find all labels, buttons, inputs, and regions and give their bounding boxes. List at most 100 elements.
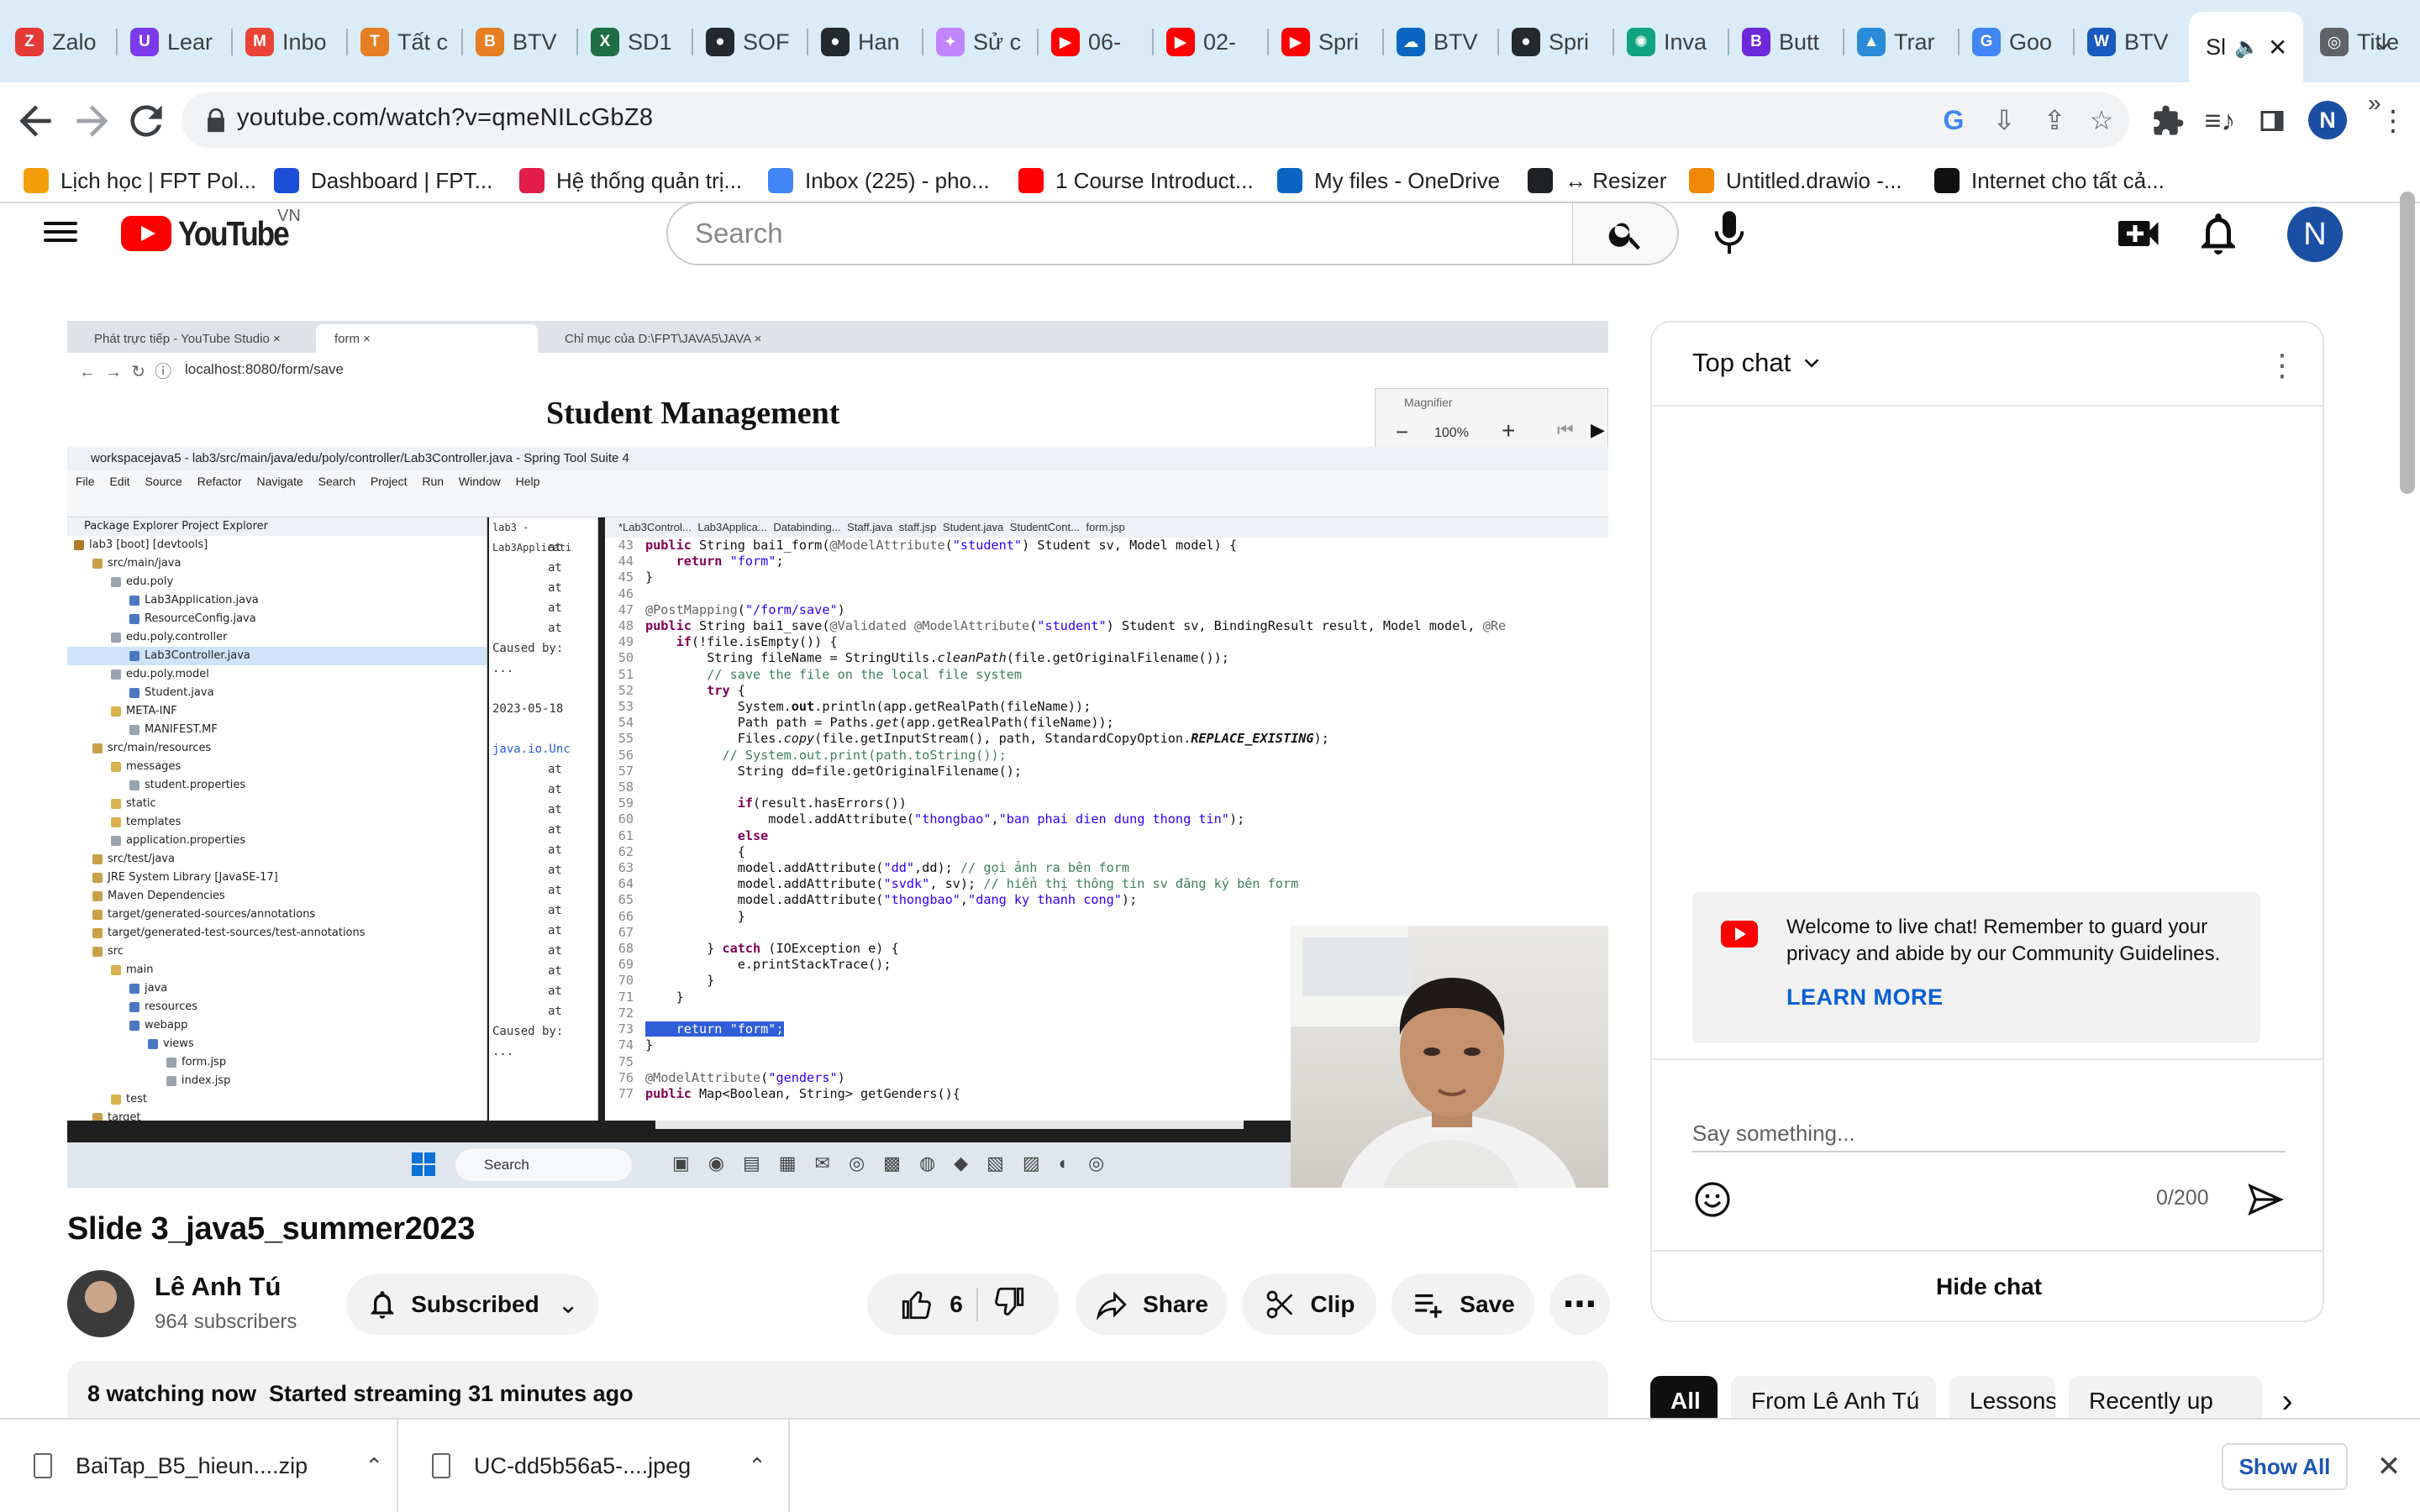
download-item[interactable]: UC-dd5b56a5-....jpeg ⌃	[398, 1420, 790, 1512]
browser-tab[interactable]: ● SOF	[692, 17, 808, 67]
extensions-puzzle-icon[interactable]	[2144, 97, 2191, 144]
bookmark-item[interactable]: Inbox (225) - pho...	[768, 160, 990, 202]
guide-menu-icon[interactable]	[44, 217, 77, 250]
browser-tab[interactable]: ● Spri	[1498, 17, 1613, 67]
tab-favicon-icon: T	[360, 28, 389, 56]
close-icon[interactable]: ✕	[2368, 1443, 2410, 1490]
google-lens-icon[interactable]: G	[1933, 99, 1975, 141]
send-button[interactable]	[2245, 1179, 2286, 1220]
browser-tab[interactable]: B Butt	[1728, 17, 1844, 67]
bookmark-star-icon[interactable]: ☆	[2081, 99, 2123, 141]
bookmark-favicon-icon	[274, 168, 299, 193]
tab-close-icon[interactable]: ✕	[2268, 34, 2287, 61]
tree-node-icon	[166, 1075, 176, 1086]
bookmark-item[interactable]: Dashboard | FPT...	[274, 160, 492, 202]
tree-node-icon	[111, 761, 121, 772]
browser-tab[interactable]: Z Zalo	[2, 17, 117, 67]
channel-name[interactable]: Lê Anh Tú	[155, 1272, 281, 1302]
bookmark-item[interactable]: Internet cho tất cả...	[1934, 160, 2165, 202]
tree-label: test	[126, 1093, 147, 1105]
like-button[interactable]: 6	[899, 1287, 963, 1322]
console-line: at	[548, 561, 562, 575]
more-bookmarks-chevron[interactable]: »	[2368, 82, 2381, 124]
tab-title: SOF	[743, 29, 790, 55]
browser-tab[interactable]: ✦ Sử c	[923, 17, 1038, 67]
chat-message-input[interactable]	[1692, 1116, 2286, 1152]
notifications-button[interactable]	[2193, 208, 2244, 259]
youtube-play-icon	[121, 216, 171, 251]
browser-tab[interactable]: ● Han	[808, 17, 923, 67]
download-item[interactable]: BaiTap_B5_hieun....zip ⌃	[0, 1420, 398, 1512]
browser-tab-active[interactable]: Sl 🔈 ✕	[2189, 12, 2303, 82]
search-button[interactable]	[1573, 202, 1679, 265]
share-page-icon[interactable]: ⇪	[2033, 99, 2075, 141]
browser-tab[interactable]: ▶ Spri	[1268, 17, 1383, 67]
reload-button[interactable]	[123, 97, 170, 144]
save-label: Save	[1460, 1291, 1515, 1317]
dislike-button[interactable]	[992, 1284, 1027, 1326]
browser-tab[interactable]: ◎ Title	[2307, 17, 2420, 67]
bookmark-item[interactable]: Hệ thống quản trị...	[519, 160, 742, 202]
browser-tab[interactable]: ✺ Inva	[1613, 17, 1728, 67]
back-button[interactable]	[12, 97, 59, 144]
media-controls-icon[interactable]: ≡♪	[2196, 97, 2244, 144]
browser-tab[interactable]: W BTV	[2074, 17, 2189, 67]
clip-button[interactable]: Clip	[1242, 1274, 1376, 1335]
bookmark-item[interactable]: My files - OneDrive	[1277, 160, 1500, 202]
create-button[interactable]	[2114, 208, 2165, 259]
bookmark-item[interactable]: 1 Course Introduct...	[1018, 160, 1254, 202]
learn-more-link[interactable]: LEARN MORE	[1786, 984, 1944, 1011]
chevron-up-icon[interactable]: ⌃	[748, 1453, 766, 1479]
url-text[interactable]: youtube.com/watch?v=qmeNILcGbZ8	[237, 104, 653, 132]
browser-tab[interactable]: ▶ 02-	[1153, 17, 1268, 67]
browser-tab[interactable]: T Tất c	[347, 17, 462, 67]
code-text: public String bai1_form(@ModelAttribute(…	[645, 538, 1238, 553]
share-button[interactable]: Share	[1076, 1274, 1227, 1335]
bookmark-item[interactable]: ↔ Resizer	[1528, 160, 1666, 202]
forward-button[interactable]	[69, 97, 116, 144]
chat-menu-kebab-icon[interactable]: ⋮	[2265, 344, 2299, 386]
line-number: 49	[618, 634, 634, 650]
lock-icon[interactable]	[202, 104, 230, 136]
code-line: 46	[605, 586, 1608, 602]
chat-mode-dropdown[interactable]: Top chat	[1692, 348, 1824, 378]
browser-tab[interactable]: M Inbo	[232, 17, 347, 67]
side-panel-icon[interactable]	[2249, 97, 2296, 144]
browser-tab[interactable]: ▲ Trar	[1844, 17, 1959, 67]
browser-tab[interactable]: X SD1	[577, 17, 692, 67]
tree-label: Lab3Application.java	[145, 594, 259, 606]
browser-tab[interactable]: G Goo	[1959, 17, 2074, 67]
emoji-button[interactable]	[1692, 1179, 1733, 1220]
tab-favicon-icon: Z	[15, 28, 44, 56]
browser-tab[interactable]: B BTV	[462, 17, 577, 67]
search-input[interactable]	[695, 217, 1535, 250]
tree-label: views	[163, 1037, 194, 1050]
bookmark-favicon-icon	[1528, 168, 1553, 193]
browser-profile-avatar[interactable]: N	[2308, 101, 2347, 139]
subscribed-button[interactable]: Subscribed ⌄	[346, 1274, 598, 1335]
tree-item: ResourceConfig.java	[67, 610, 487, 628]
browser-tab[interactable]: U Lear	[117, 17, 232, 67]
console-line: ...	[492, 1045, 514, 1058]
bookmark-item[interactable]: Lịch học | FPT Pol...	[24, 160, 256, 202]
taskbar-search-label: Search	[484, 1157, 529, 1173]
voice-search-button[interactable]	[1702, 207, 1756, 260]
show-all-downloads-button[interactable]: Show All	[2222, 1443, 2348, 1490]
video-player[interactable]: Phát trực tiếp - YouTube Studio × form × C…	[67, 321, 1608, 1188]
browser-tab[interactable]: ▶ 06-	[1038, 17, 1153, 67]
page-scrollbar[interactable]	[2400, 192, 2415, 494]
bookmark-item[interactable]: Untitled.drawio -...	[1689, 160, 1902, 202]
account-avatar[interactable]: N	[2287, 207, 2343, 262]
code-line: 54 Path path = Paths.get(app.getRealPath…	[605, 715, 1608, 731]
more-actions-icon[interactable]: ⋯	[1549, 1274, 1610, 1335]
browser-tab[interactable]: ☁ BTV	[1383, 17, 1498, 67]
code-text: return "form";	[645, 1021, 784, 1037]
tab-audio-speaker-icon[interactable]: 🔈	[2234, 35, 2260, 60]
code-text: // System.out.print(path.toString());	[722, 747, 1007, 763]
address-bar[interactable]: youtube.com/watch?v=qmeNILcGbZ8 G ⇩ ⇪ ☆	[182, 92, 2129, 148]
install-app-icon[interactable]: ⇩	[1983, 99, 2025, 141]
save-button[interactable]: Save	[1392, 1274, 1534, 1335]
chevron-up-icon[interactable]: ⌃	[365, 1453, 383, 1479]
channel-avatar[interactable]	[67, 1270, 134, 1337]
hide-chat-button[interactable]: Hide chat	[1652, 1250, 2323, 1320]
